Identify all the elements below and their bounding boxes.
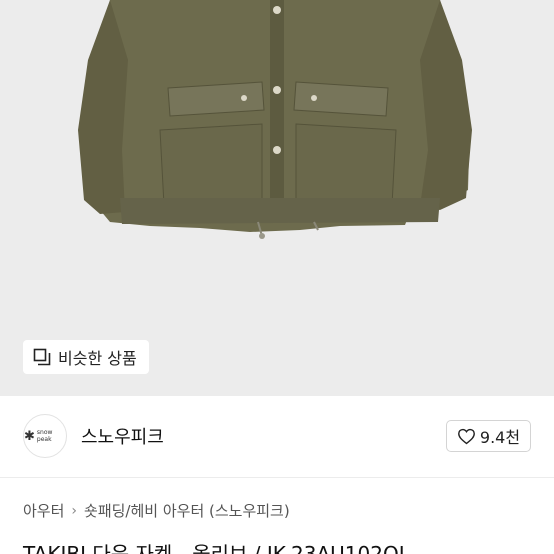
chevron-right-icon: › [71,502,78,519]
similar-items-label: 비슷한 상품 [58,349,137,368]
breadcrumb: 아우터 › 숏패딩/헤비 아우터 (스노우피크) [23,500,290,521]
like-count: 9.4천 [479,428,521,447]
seller-avatar[interactable]: ✱ snow peak [23,414,67,458]
heart-outline-icon [457,428,475,444]
breadcrumb-item-short-padding[interactable]: 숏패딩/헤비 아우터 (스노우피크) [84,500,290,521]
similar-items-button[interactable]: 비슷한 상품 [23,340,149,374]
product-title: TAKIBI 다운 자켓 - 올리브 / JK-23AU102OL [23,542,410,554]
avatar-text: snow peak [36,429,53,443]
jacket-photo [78,0,472,239]
breadcrumb-item-outer[interactable]: 아우터 [23,500,64,521]
similar-items-icon [33,348,51,366]
seller-name[interactable]: 스노우피크 [81,423,164,449]
like-button[interactable]: 9.4천 [446,420,531,452]
product-image[interactable]: 비슷한 상품 [0,0,554,396]
seller-row: ✱ snow peak 스노우피크 9.4천 [0,396,554,478]
snowflake-icon: ✱ [24,428,35,444]
